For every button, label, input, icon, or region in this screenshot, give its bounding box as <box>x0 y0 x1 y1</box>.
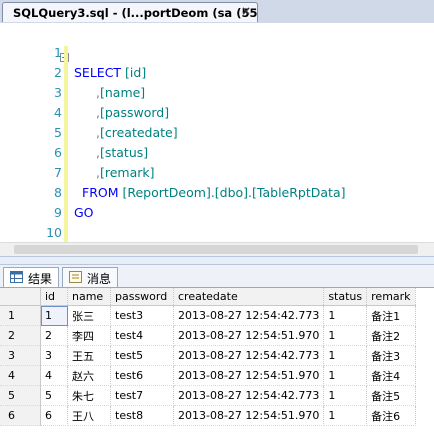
editor-horizontal-scrollbar[interactable] <box>0 242 434 257</box>
cell-id[interactable]: 1 <box>40 305 68 326</box>
tab-results-label: 结果 <box>28 272 53 286</box>
cell-createdate[interactable]: 2013-08-27 12:54:51.970 <box>173 365 325 386</box>
cell-createdate[interactable]: 2013-08-27 12:54:42.773 <box>173 385 325 406</box>
column-header-remark[interactable]: remark <box>366 288 416 306</box>
cell-remark[interactable]: 备注6 <box>366 405 416 426</box>
code-line-11: 11 <box>0 223 434 260</box>
table-row[interactable]: 2 2 李四 test4 2013-08-27 12:54:51.970 1 备… <box>0 325 416 346</box>
results-tab-strip: 结果 消息 <box>0 265 434 288</box>
document-tab[interactable]: SQLQuery3.sql - (l...portDeom (sa (55)) … <box>2 2 258 22</box>
table-row[interactable]: 1 1 张三 test3 2013-08-27 12:54:42.773 1 备… <box>0 305 416 326</box>
code-line-8: 8 GO <box>0 163 434 220</box>
cell-createdate[interactable]: 2013-08-27 12:54:42.773 <box>173 305 325 326</box>
table-row[interactable]: 4 4 赵六 test6 2013-08-27 12:54:51.970 1 备… <box>0 365 416 386</box>
cell-createdate[interactable]: 2013-08-27 12:54:42.773 <box>173 345 325 366</box>
cell-status[interactable]: 1 <box>323 405 368 426</box>
row-number[interactable]: 4 <box>0 365 41 386</box>
cell-status[interactable]: 1 <box>323 325 368 346</box>
cell-remark[interactable]: 备注2 <box>366 325 416 346</box>
row-header-corner[interactable] <box>0 288 41 306</box>
row-number[interactable]: 5 <box>0 385 41 406</box>
row-number[interactable]: 3 <box>0 345 41 366</box>
cell-password[interactable]: test4 <box>110 325 174 346</box>
tab-messages[interactable]: 消息 <box>62 267 119 287</box>
code-line-4: 4 ,[createdate] <box>0 83 434 140</box>
column-header-name[interactable]: name <box>67 288 111 306</box>
cell-name[interactable]: 朱七 <box>67 385 111 406</box>
cell-id[interactable]: 2 <box>40 325 68 346</box>
message-icon <box>69 271 82 283</box>
cell-password[interactable]: test5 <box>110 345 174 366</box>
row-number[interactable]: 2 <box>0 325 41 346</box>
cell-name[interactable]: 王八 <box>67 405 111 426</box>
cell-name[interactable]: 赵六 <box>67 365 111 386</box>
code-line-7: 7 FROM [ReportDeom].[dbo].[TableRptData] <box>0 143 434 200</box>
code-line-1: 1 SELECT [id] <box>0 23 434 80</box>
column-header-password[interactable]: password <box>110 288 174 306</box>
cell-id[interactable]: 5 <box>40 385 68 406</box>
code-line-5: 5 ,[status] <box>0 103 434 160</box>
scrollbar-thumb[interactable] <box>14 245 418 254</box>
grid-icon <box>10 271 23 283</box>
close-icon[interactable]: × <box>241 4 251 18</box>
cell-id[interactable]: 3 <box>40 345 68 366</box>
cell-remark[interactable]: 备注5 <box>366 385 416 406</box>
code-line-10: 10 <box>0 203 434 240</box>
cell-password[interactable]: test3 <box>110 305 174 326</box>
cell-createdate[interactable]: 2013-08-27 12:54:51.970 <box>173 325 325 346</box>
document-tab-title: SQLQuery3.sql - (l...portDeom (sa (55)) <box>13 6 258 20</box>
tab-results[interactable]: 结果 <box>3 267 60 287</box>
column-header-createdate[interactable]: createdate <box>173 288 325 306</box>
column-header-id[interactable]: id <box>40 288 68 306</box>
code-line-3: 3 ,[password] <box>0 63 434 120</box>
cell-name[interactable]: 李四 <box>67 325 111 346</box>
cell-status[interactable]: 1 <box>323 305 368 326</box>
code-line-9: 9 <box>0 183 434 220</box>
tab-messages-label: 消息 <box>87 272 112 286</box>
cell-remark[interactable]: 备注4 <box>366 365 416 386</box>
table-row[interactable]: 3 3 王五 test5 2013-08-27 12:54:42.773 1 备… <box>0 345 416 366</box>
cell-status[interactable]: 1 <box>323 385 368 406</box>
code-line-6: 6 ,[remark] <box>0 123 434 180</box>
cell-createdate[interactable]: 2013-08-27 12:54:51.970 <box>173 405 325 426</box>
code-line-2: 2 ,[name] <box>0 43 434 100</box>
cell-remark[interactable]: 备注3 <box>366 345 416 366</box>
results-grid[interactable]: id name password createdate status remar… <box>0 288 434 426</box>
column-header-status[interactable]: status <box>323 288 368 306</box>
query-editor[interactable]: − 1 SELECT [id] 2 ,[name] 3 ,[password] … <box>0 23 434 260</box>
cell-name[interactable]: 张三 <box>67 305 111 326</box>
cell-status[interactable]: 1 <box>323 365 368 386</box>
row-number[interactable]: 6 <box>0 405 41 426</box>
table-row[interactable]: 5 5 朱七 test7 2013-08-27 12:54:42.773 1 备… <box>0 385 416 406</box>
cell-password[interactable]: test6 <box>110 365 174 386</box>
cell-name[interactable]: 王五 <box>67 345 111 366</box>
row-number[interactable]: 1 <box>0 305 41 326</box>
cell-id[interactable]: 6 <box>40 405 68 426</box>
cell-password[interactable]: test8 <box>110 405 174 426</box>
cell-id[interactable]: 4 <box>40 365 68 386</box>
pane-splitter[interactable] <box>0 256 434 265</box>
cell-remark[interactable]: 备注1 <box>366 305 416 326</box>
cell-password[interactable]: test7 <box>110 385 174 406</box>
table-row[interactable]: 6 6 王八 test8 2013-08-27 12:54:51.970 1 备… <box>0 405 416 426</box>
cell-status[interactable]: 1 <box>323 345 368 366</box>
document-tab-bar: SQLQuery3.sql - (l...portDeom (sa (55)) … <box>0 0 434 24</box>
grid-header-row: id name password createdate status remar… <box>0 288 416 306</box>
